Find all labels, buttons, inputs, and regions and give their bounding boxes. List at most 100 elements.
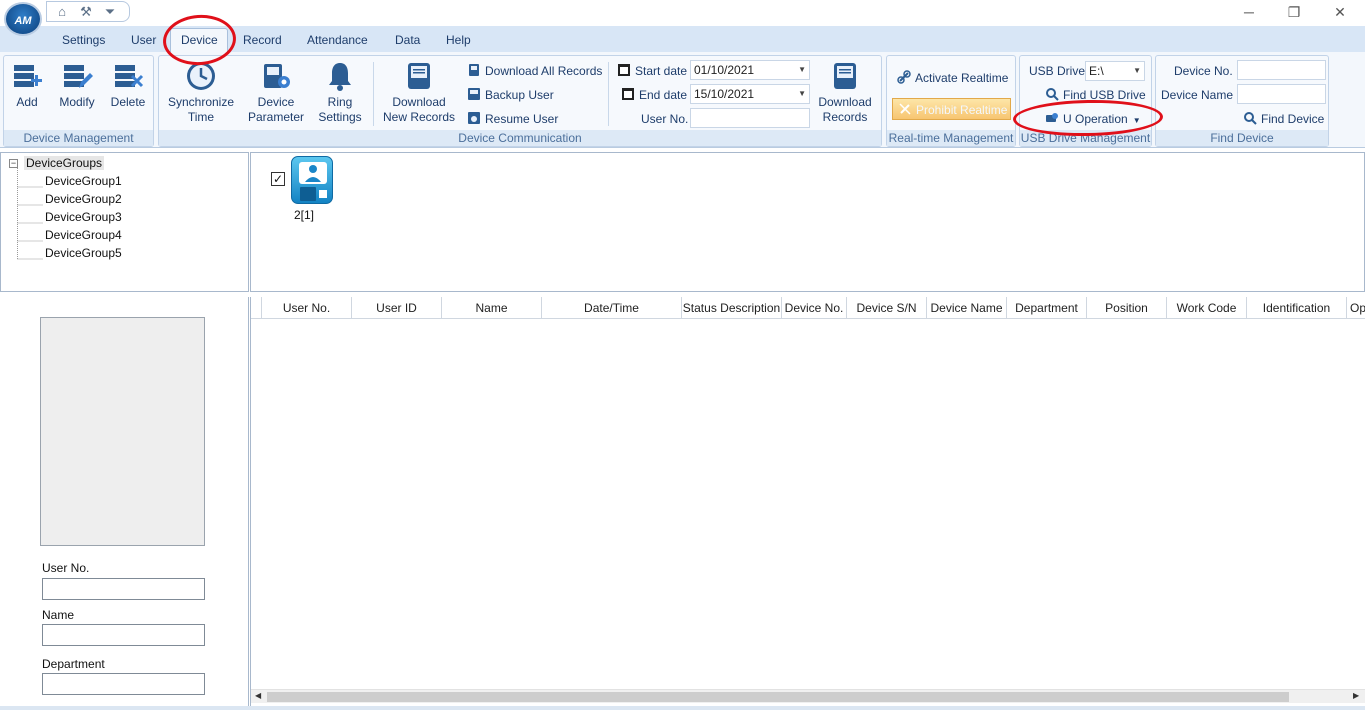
device-management-caption: Device Management: [4, 130, 153, 146]
name-field[interactable]: [42, 624, 205, 646]
dropdown-arrow-icon[interactable]: ▼: [798, 61, 806, 79]
menu-tab-bar: Settings User Device Record Attendance D…: [0, 26, 1365, 53]
resume-icon: [468, 112, 480, 124]
column-header-identification[interactable]: Identification: [1247, 297, 1347, 319]
end-date-label: End date: [639, 88, 688, 102]
sync-time-line1: Synchronize: [167, 95, 235, 109]
tab-settings[interactable]: Settings: [62, 33, 105, 47]
magnifier-icon: [1046, 88, 1059, 101]
collapse-icon[interactable]: −: [9, 159, 18, 168]
group-device-management: Add Modify Delete Device Management: [3, 55, 154, 147]
tab-data[interactable]: Data: [395, 33, 420, 47]
find-device-label: Find Device: [1261, 112, 1325, 126]
minimize-button[interactable]: ─: [1234, 2, 1264, 22]
column-header-date-time[interactable]: Date/Time: [542, 297, 682, 319]
ring-settings-line2: Settings: [318, 110, 362, 124]
column-header-name[interactable]: Name: [442, 297, 542, 319]
device-no-input[interactable]: [1237, 60, 1326, 80]
column-header-device-sn[interactable]: Device S/N: [847, 297, 927, 319]
tab-user[interactable]: User: [131, 33, 156, 47]
download-all-records-button[interactable]: Download All Records: [467, 62, 602, 80]
backup-user-label: Backup User: [485, 88, 554, 102]
scroll-left-icon[interactable]: ◀: [255, 691, 261, 700]
horizontal-scrollbar[interactable]: ◀ ▶: [251, 689, 1365, 703]
column-header-device-name[interactable]: Device Name: [927, 297, 1007, 319]
device-terminal-icon[interactable]: [291, 156, 333, 204]
column-header-user-id[interactable]: User ID: [352, 297, 442, 319]
download-records-icon: [834, 63, 856, 89]
status-bar: [0, 706, 1365, 710]
tree-item-devicegroup2[interactable]: DeviceGroup2: [45, 192, 122, 206]
download-all-records-label: Download All Records: [485, 64, 603, 78]
home-icon[interactable]: ⌂: [53, 4, 71, 20]
app-window: ⌂ ⚒ ⏷ ─ ❐ ✕ AM Settings User Device Reco…: [0, 0, 1365, 710]
synchronize-time-button[interactable]: Synchronize Time: [165, 60, 237, 125]
ring-settings-button[interactable]: Ring Settings: [313, 60, 367, 125]
download-records-button[interactable]: Download Records: [813, 60, 877, 125]
download-new-records-line2: New Records: [382, 110, 456, 124]
end-date-picker[interactable]: 15/10/2021 ▼: [690, 84, 810, 104]
column-header-user-no[interactable]: User No.: [262, 297, 352, 319]
department-field-label: Department: [42, 657, 105, 671]
usb-drive-select[interactable]: E:\ ▼: [1085, 61, 1145, 81]
department-field[interactable]: [42, 673, 205, 695]
find-usb-drive-button[interactable]: Find USB Drive: [1045, 86, 1146, 104]
start-date-picker[interactable]: 01/10/2021 ▼: [690, 60, 810, 80]
tab-attendance[interactable]: Attendance: [307, 33, 368, 47]
tree-item-devicegroup4[interactable]: DeviceGroup4: [45, 228, 122, 242]
dropdown-arrow-icon[interactable]: ▼: [798, 85, 806, 103]
backup-user-button[interactable]: Backup User: [467, 86, 554, 104]
close-button[interactable]: ✕: [1325, 2, 1355, 22]
sync-time-line2: Time: [187, 110, 215, 124]
download-new-records-button[interactable]: Download New Records: [381, 60, 457, 125]
logo-text: AM: [14, 15, 32, 27]
end-date-label-row: End date: [621, 86, 687, 104]
column-header-department[interactable]: Department: [1007, 297, 1087, 319]
device-communication-caption: Device Communication: [159, 130, 881, 146]
column-header-status-description[interactable]: Status Description: [682, 297, 782, 319]
device-name-input[interactable]: [1237, 84, 1326, 104]
dropdown-icon[interactable]: ⏷: [101, 4, 119, 20]
device-no-label: Device No.: [1174, 64, 1233, 78]
tree-root-devicegroups[interactable]: DeviceGroups: [24, 156, 105, 170]
resume-user-button[interactable]: Resume User: [467, 110, 558, 128]
tab-record[interactable]: Record: [243, 33, 282, 47]
column-header-device-no[interactable]: Device No.: [782, 297, 847, 319]
user-no-field-label: User No.: [42, 561, 90, 575]
tree-item-devicegroup3[interactable]: DeviceGroup3: [45, 210, 122, 224]
user-no-field[interactable]: [42, 578, 205, 600]
name-field-label: Name: [42, 608, 75, 622]
tree-item-devicegroup1[interactable]: DeviceGroup1: [45, 174, 122, 188]
modify-button[interactable]: Modify: [54, 60, 100, 110]
device-parameter-button[interactable]: Device Parameter: [243, 60, 309, 125]
dropdown-arrow-icon[interactable]: ▼: [1133, 62, 1141, 80]
ring-settings-line1: Ring: [327, 95, 353, 109]
tree-item-devicegroup5[interactable]: DeviceGroup5: [45, 246, 122, 260]
tab-help[interactable]: Help: [446, 33, 471, 47]
scrollbar-thumb[interactable]: [267, 692, 1289, 702]
find-device-button[interactable]: Find Device: [1243, 110, 1324, 128]
calendar-icon: [618, 64, 630, 76]
add-button[interactable]: Add: [7, 60, 47, 110]
usb-drive-management-caption: USB Drive Management: [1020, 130, 1151, 146]
activate-realtime-label: Activate Realtime: [915, 71, 1009, 85]
u-operation-dropdown[interactable]: U Operation ▼: [1045, 110, 1141, 128]
column-header-work-code[interactable]: Work Code: [1167, 297, 1247, 319]
column-header-op[interactable]: Op: [1347, 297, 1365, 319]
user-no-input[interactable]: [690, 108, 810, 128]
find-usb-drive-label: Find USB Drive: [1063, 88, 1146, 102]
app-logo[interactable]: AM: [4, 2, 42, 36]
device-group-tree: − DeviceGroups DeviceGroup1 DeviceGroup2…: [0, 152, 249, 292]
delete-button[interactable]: Delete: [108, 60, 148, 110]
restore-button[interactable]: ❐: [1279, 2, 1309, 22]
start-date-label: Start date: [635, 64, 688, 78]
tab-device[interactable]: Device: [181, 33, 218, 47]
scroll-right-icon[interactable]: ▶: [1353, 691, 1359, 700]
device-name-label: Device Name: [1161, 88, 1234, 102]
tools-icon[interactable]: ⚒: [77, 4, 95, 20]
activate-realtime-button[interactable]: Activate Realtime: [897, 69, 1008, 87]
ribbon: Add Modify Delete Device Management Sync…: [0, 52, 1365, 148]
prohibit-realtime-button[interactable]: Prohibit Realtime: [892, 98, 1011, 120]
device-checkbox[interactable]: ✓: [271, 172, 285, 186]
column-header-position[interactable]: Position: [1087, 297, 1167, 319]
